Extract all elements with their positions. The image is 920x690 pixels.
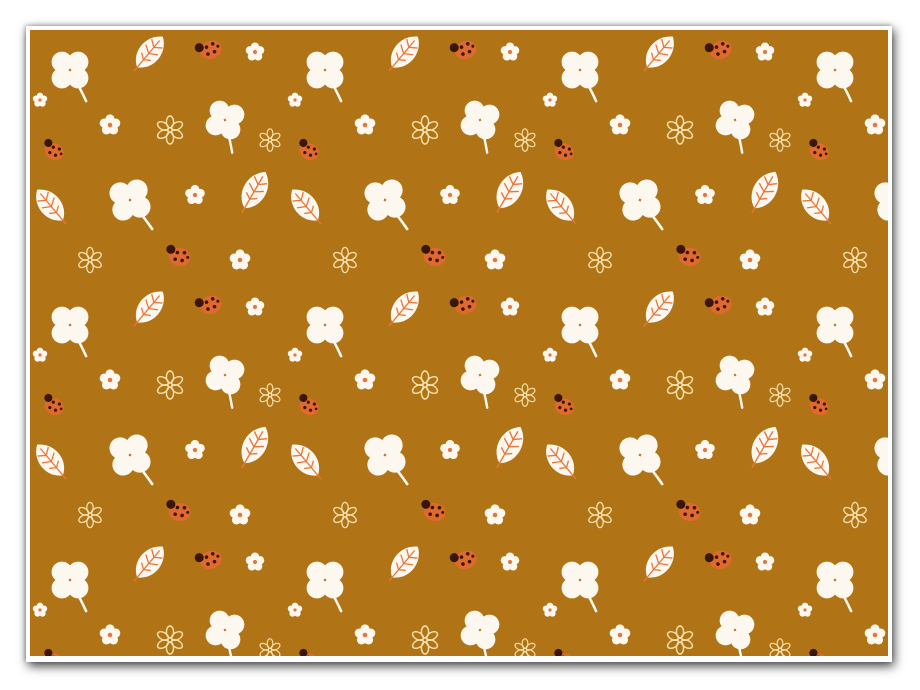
photo-frame [26, 26, 892, 662]
pattern-image [30, 30, 888, 656]
